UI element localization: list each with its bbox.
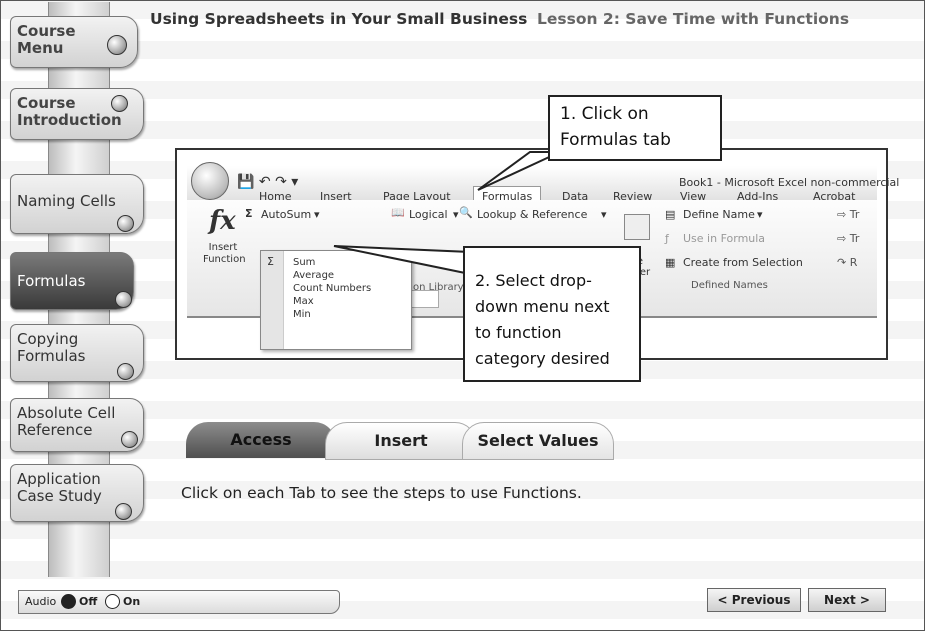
audio-off-radio[interactable] — [61, 594, 76, 609]
nav-item-copying-formulas[interactable]: Copying Formulas — [10, 324, 144, 382]
dropdown-item-count-numbers[interactable]: Count Numbers — [293, 283, 371, 294]
sigma-icon: Σ — [245, 207, 253, 220]
nav-item-label: Copying Formulas — [17, 330, 86, 365]
audio-control: Audio Off On — [18, 590, 340, 614]
chevron-down-icon[interactable]: ▾ — [453, 208, 459, 221]
nav-item-application-case-study[interactable]: Application Case Study — [10, 464, 144, 522]
lesson-tab-select-values[interactable]: Select Values — [462, 422, 614, 460]
use-in-formula-button[interactable]: Use in Formula — [683, 232, 765, 245]
nav-item-label: Naming Cells — [17, 192, 116, 210]
nav-item-course-menu[interactable]: Course Menu — [10, 16, 138, 68]
defined-names-label: Defined Names — [691, 280, 768, 291]
course-nav: Course Menu Course Introduction Naming C… — [8, 2, 158, 577]
quick-access-toolbar-icon: 💾 ↶ ↷ ▾ — [237, 174, 299, 190]
dropdown-item-average[interactable]: Average — [293, 270, 334, 281]
audio-label: Audio — [25, 595, 57, 608]
logical-button[interactable]: Logical — [409, 208, 448, 221]
nav-knob-icon — [117, 215, 134, 232]
nav-knob-icon — [115, 291, 132, 308]
name-manager-icon — [624, 214, 650, 240]
audio-off-label[interactable]: Off — [79, 595, 97, 608]
define-name-button[interactable]: Define Name — [683, 208, 755, 221]
use-in-formula-icon: ƒ — [665, 232, 669, 245]
nav-item-absolute-cell-reference[interactable]: Absolute Cell Reference — [10, 398, 144, 452]
lesson-tab-insert[interactable]: Insert — [325, 422, 477, 460]
nav-knob-icon — [115, 503, 132, 520]
logical-icon: 📖 — [391, 206, 405, 219]
callout-step-2-text: 2. Select drop-down menu next to functio… — [475, 271, 610, 368]
nav-item-naming-cells[interactable]: Naming Cells — [10, 174, 144, 234]
sigma-icon: Σ — [267, 255, 274, 268]
lesson-title: Lesson 2: Save Time with Functions — [537, 10, 850, 28]
nav-knob-icon — [107, 35, 127, 55]
chevron-down-icon[interactable]: ▾ — [757, 208, 763, 221]
lookup-reference-button[interactable]: Lookup & Reference — [477, 208, 587, 221]
autosum-button[interactable]: AutoSum — [261, 208, 311, 221]
dropdown-item-max[interactable]: Max — [293, 296, 314, 307]
create-from-selection-button[interactable]: Create from Selection — [683, 256, 803, 269]
nav-knob-icon — [117, 363, 134, 380]
next-button[interactable]: Next > — [808, 588, 886, 612]
callout-step-1: 1. Click on Formulas tab — [548, 95, 722, 161]
callout-step-1-text: 1. Click on Formulas tab — [560, 104, 671, 150]
callout-step-2: 2. Select drop-down menu next to functio… — [463, 246, 641, 382]
nav-item-label: Formulas — [17, 272, 86, 290]
dropdown-item-min[interactable]: Min — [293, 309, 311, 320]
office-button-icon[interactable] — [191, 162, 229, 200]
lesson-tab-access[interactable]: Access — [186, 422, 336, 458]
nav-knob-icon — [121, 431, 138, 448]
dropdown-item-sum[interactable]: Sum — [293, 257, 315, 268]
course-title: Using Spreadsheets in Your Small Busines… — [150, 10, 528, 28]
define-name-icon: ▤ — [665, 208, 676, 221]
instruction-text: Click on each Tab to see the steps to us… — [181, 484, 582, 502]
create-from-selection-icon: ▦ — [665, 256, 676, 269]
lookup-icon: 🔍 — [459, 206, 473, 219]
chevron-down-icon[interactable]: ▾ — [601, 208, 607, 221]
trace-dependents-icon[interactable]: ⇨ Tr — [837, 232, 859, 245]
fx-icon: fx — [209, 206, 236, 236]
nav-item-label: Course Menu — [17, 22, 76, 57]
nav-item-formulas[interactable]: Formulas — [10, 252, 134, 310]
nav-item-label: Application Case Study — [17, 470, 102, 505]
trace-precedents-icon[interactable]: ⇨ Tr — [837, 208, 859, 221]
previous-button[interactable]: < Previous — [707, 588, 801, 612]
nav-knob-icon — [111, 95, 128, 112]
audio-on-radio[interactable] — [105, 594, 120, 609]
remove-arrows-icon[interactable]: ↷ R — [837, 256, 857, 269]
chevron-down-icon[interactable]: ▾ — [314, 208, 320, 221]
insert-function-button[interactable]: Insert Function — [203, 242, 246, 266]
callout-pointer-2 — [333, 245, 471, 276]
audio-on-label[interactable]: On — [123, 595, 140, 608]
excel-window-title: Book1 - Microsoft Excel non-commercial — [679, 176, 900, 189]
nav-item-course-introduction[interactable]: Course Introduction — [10, 88, 144, 140]
